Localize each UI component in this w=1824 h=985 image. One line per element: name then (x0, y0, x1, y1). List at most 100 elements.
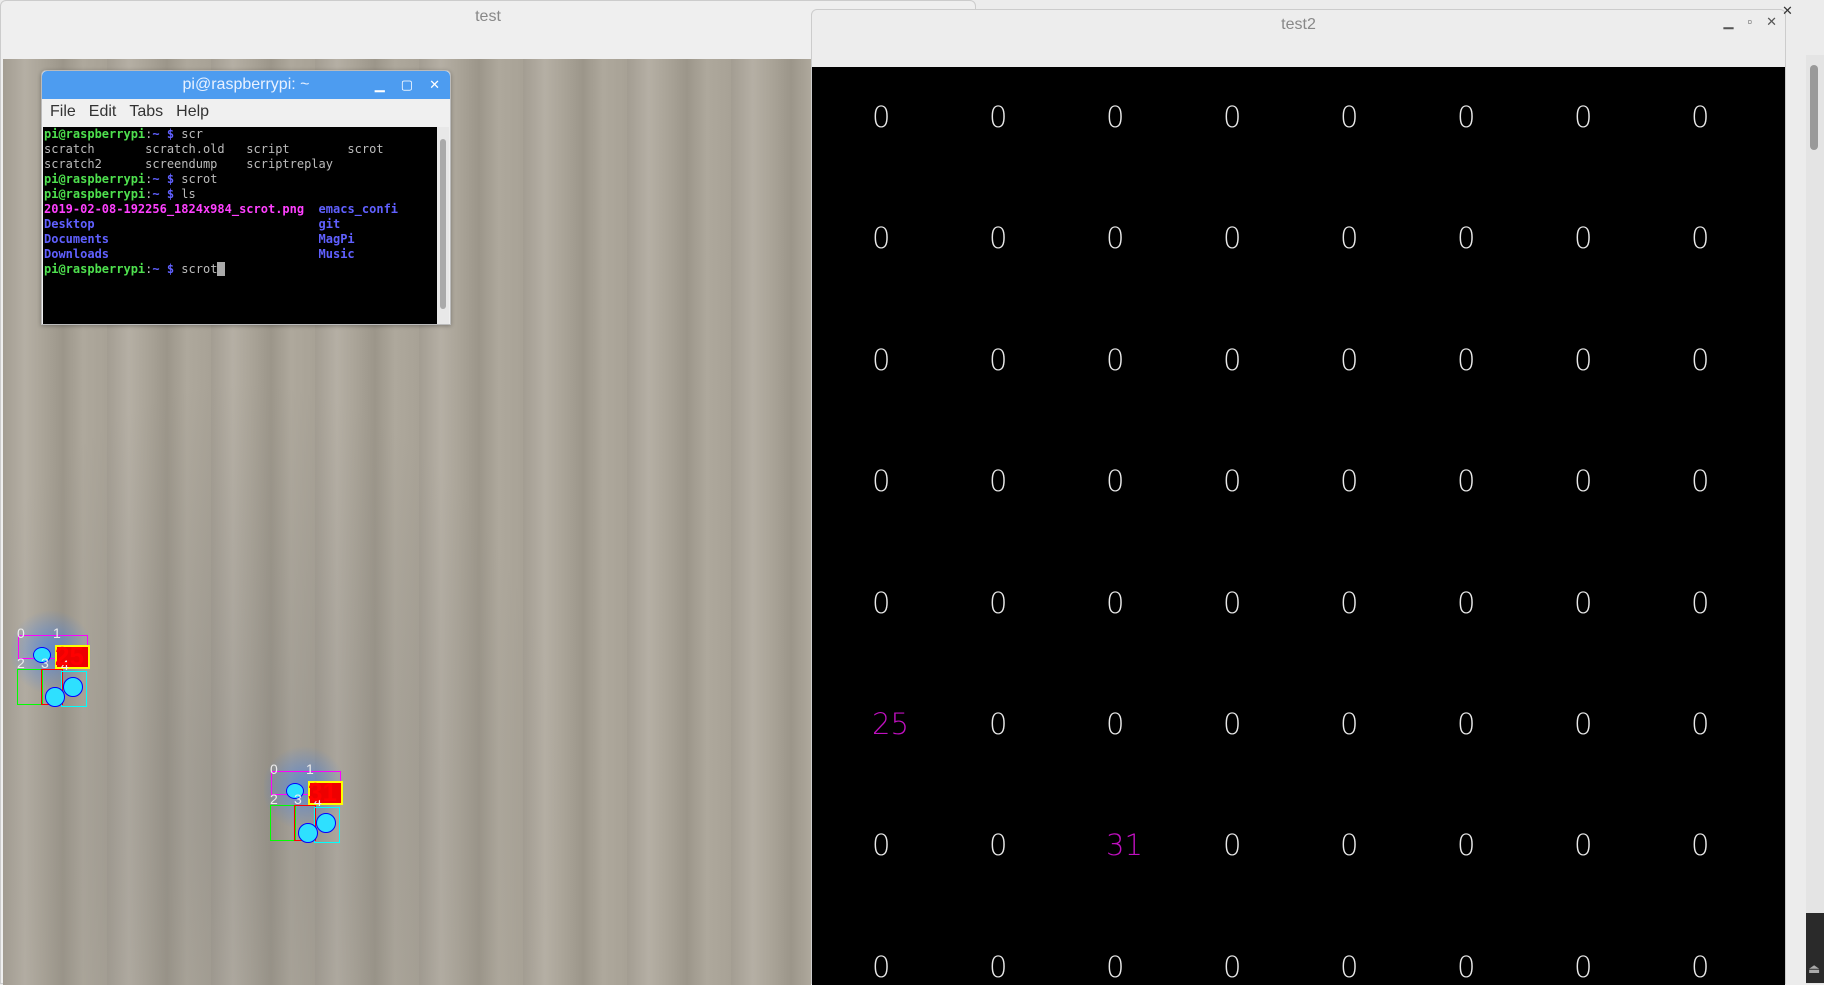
grid-cell: 0 (1691, 949, 1710, 984)
terminal-text: emacs_confi (318, 202, 399, 216)
terminal-text: scratch2 screendump scriptreplay (44, 157, 333, 171)
grid-cell: 31 (1106, 828, 1143, 863)
grid-cell: 0 (1223, 221, 1242, 256)
grid-cell: 0 (1223, 464, 1242, 499)
maximize-icon[interactable]: ▢ (401, 71, 413, 99)
grid-cell: 0 (989, 221, 1008, 256)
grid-cell: 0 (1457, 585, 1476, 620)
grid-cell: 0 (989, 707, 1008, 741)
grid-cell: 0 (1457, 707, 1476, 741)
grid-cell: 0 (1106, 221, 1125, 256)
grid-cell: 0 (1340, 342, 1359, 377)
grid-cell: 0 (1574, 585, 1593, 620)
terminal-scrollbar[interactable] (437, 127, 449, 324)
marker-corner-label: 0 (17, 625, 25, 641)
grid-cell: 0 (1106, 464, 1125, 499)
grid-cell: 0 (1691, 464, 1710, 499)
menu-help[interactable]: Help (176, 99, 209, 125)
grid-cell: 0 (872, 464, 891, 499)
terminal-line: Documents MagPi (44, 232, 438, 247)
terminal-text: pi@raspberrypi (44, 187, 146, 201)
grid-cell: 0 (1574, 342, 1593, 377)
grid-cell: 0 (1457, 221, 1476, 256)
grid-cell: 0 (989, 342, 1008, 377)
terminal-text: ~ $ (152, 262, 175, 276)
terminal-text: ~ $ (152, 172, 175, 186)
grid-cell: 0 (989, 828, 1008, 863)
marker-id-label: 25 (55, 641, 84, 671)
terminal-titlebar[interactable]: pi@raspberrypi: ~ ▁ ▢ ✕ (42, 71, 450, 99)
terminal-cursor (217, 262, 225, 276)
terminal-title: pi@raspberrypi: ~ (182, 76, 310, 93)
marker-corner-label: 2 (17, 655, 25, 671)
eject-icon[interactable]: ⏏ (1808, 961, 1820, 977)
terminal-menubar: File Edit Tabs Help (42, 99, 450, 125)
terminal-text: ~ $ (152, 127, 175, 141)
grid-cell: 0 (1106, 585, 1125, 620)
terminal-text: Desktop git (44, 217, 341, 231)
grid-cell: 0 (1457, 828, 1476, 863)
marker-corner-label: 3 (41, 655, 49, 671)
grid-cell: 0 (872, 585, 891, 620)
terminal-text: Documents MagPi (44, 232, 355, 246)
grid-cell: 0 (1574, 100, 1593, 134)
grid-cell: 0 (1223, 707, 1242, 741)
grid-cell: 0 (1574, 707, 1593, 741)
grid-cell: 0 (1574, 464, 1593, 499)
marker-corner-label: 1 (306, 761, 314, 777)
grid-cell: 0 (989, 100, 1008, 134)
close-icon[interactable]: ✕ (1782, 3, 1793, 19)
window-test2: test2 ▁ ▫ ✕ 0000000000000000000000000000… (811, 9, 1786, 985)
terminal-line: Desktop git (44, 217, 438, 232)
marker-corner-label: 2 (270, 791, 278, 807)
marker-corner-label: 3 (294, 791, 302, 807)
grid-cell: 0 (1223, 100, 1242, 134)
grid-cell: 0 (1691, 100, 1710, 134)
grid-cell: 0 (1340, 707, 1359, 741)
grid-cell: 0 (872, 221, 891, 256)
maximize-icon[interactable]: ▫ (1747, 14, 1752, 30)
grid-cell: 0 (872, 100, 891, 134)
terminal-line: Downloads Music (44, 247, 438, 262)
grid-cell: 0 (1223, 828, 1242, 863)
grid-cell: 0 (1574, 949, 1593, 984)
grid-cell: 0 (1691, 828, 1710, 863)
grid-cell: 0 (1106, 707, 1125, 741)
minimize-icon[interactable]: ▁ (1723, 14, 1733, 30)
grid-cell: 0 (1340, 828, 1359, 863)
terminal-output[interactable]: pi@raspberrypi:~ $ scr scratch scratch.ol… (43, 127, 438, 324)
close-icon[interactable]: ✕ (429, 71, 440, 99)
terminal-text: scrot (174, 262, 218, 276)
grid-cell: 0 (989, 949, 1008, 984)
grid-cell: 0 (1457, 949, 1476, 984)
terminal-text: ls (174, 187, 196, 201)
grid-cell: 0 (1106, 100, 1125, 134)
grid-cell: 0 (1691, 221, 1710, 256)
menu-edit[interactable]: Edit (89, 99, 117, 125)
close-icon[interactable]: ✕ (1766, 14, 1777, 30)
grid-cell: 0 (872, 342, 891, 377)
grid-cell: 0 (1223, 342, 1242, 377)
menu-file[interactable]: File (50, 99, 76, 125)
grid-cell: 0 (1340, 464, 1359, 499)
terminal-line: pi@raspberrypi:~ $ scrot (44, 172, 438, 187)
terminal-text: scratch scratch.old script scrot (44, 142, 384, 156)
terminal-window[interactable]: pi@raspberrypi: ~ ▁ ▢ ✕ File Edit Tabs Help p… (41, 70, 451, 325)
terminal-line: scratch2 screendump scriptreplay (44, 157, 438, 172)
minimize-icon[interactable]: ▁ (375, 71, 385, 99)
grid-cell: 0 (1457, 100, 1476, 134)
terminal-text: pi@raspberrypi (44, 172, 146, 186)
grid-cell: 0 (1691, 707, 1710, 741)
terminal-text: scr (174, 127, 203, 141)
menu-tabs[interactable]: Tabs (129, 99, 163, 125)
terminal-line: pi@raspberrypi:~ $ scrot (44, 262, 438, 277)
grid-cell: 0 (1691, 585, 1710, 620)
grid-cell: 25 (872, 707, 909, 741)
terminal-text: scrot (174, 172, 218, 186)
scrollbar[interactable]: ⏏ (1806, 55, 1824, 984)
terminal-line: 2019-02-08-192256_1824x984_scrot.png ema… (44, 202, 438, 217)
terminal-line: pi@raspberrypi:~ $ ls (44, 187, 438, 202)
grid-cell: 0 (1223, 585, 1242, 620)
terminal-text: Downloads Music (44, 247, 355, 261)
